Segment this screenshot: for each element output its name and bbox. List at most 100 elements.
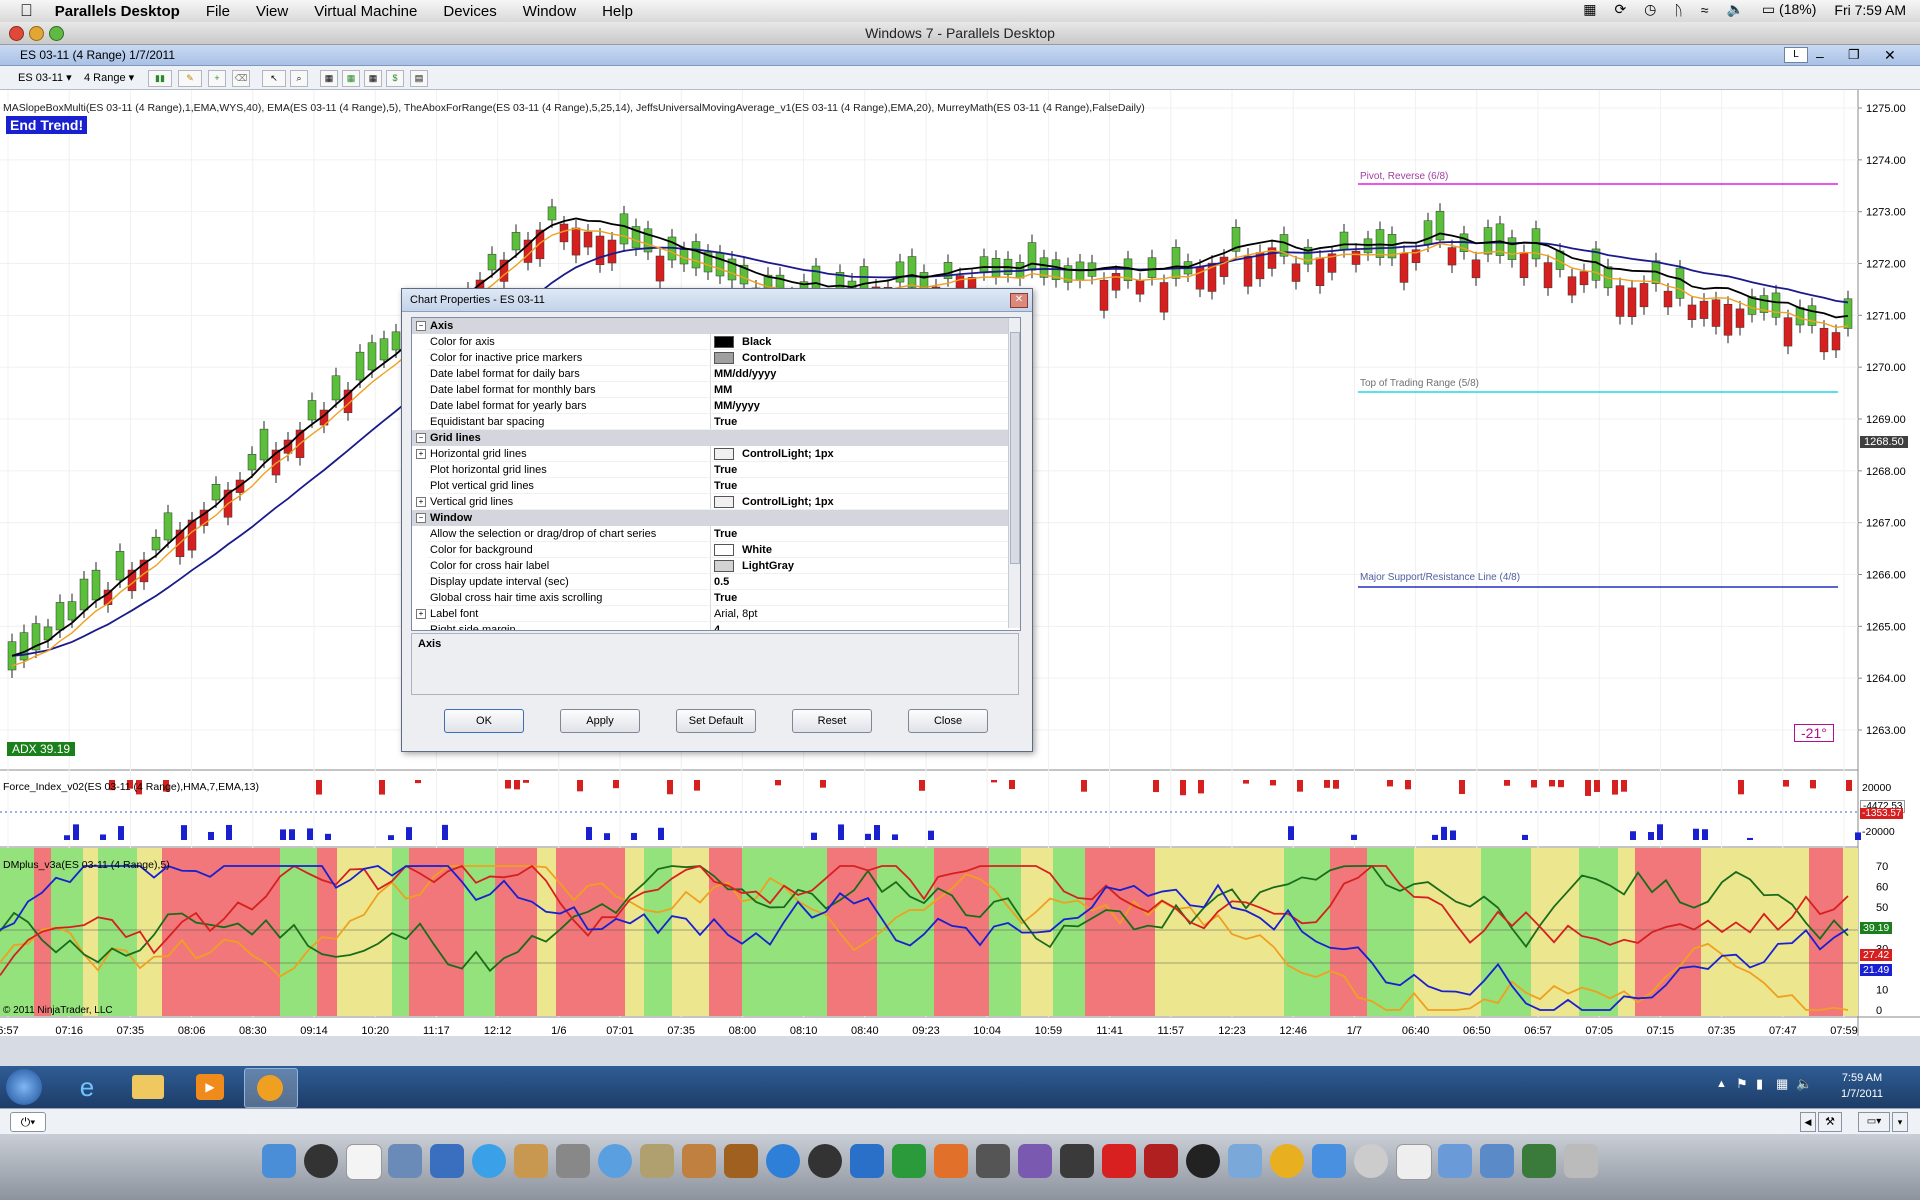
- menu-view[interactable]: View: [256, 3, 288, 20]
- powerpoint-icon[interactable]: [934, 1144, 968, 1178]
- property-grid[interactable]: − Axis Color for axis Black Color for inacti…: [411, 317, 1021, 631]
- scroll-thumb[interactable]: [1010, 332, 1020, 564]
- property-category[interactable]: − Axis: [412, 318, 1008, 334]
- stack-icon[interactable]: [1522, 1144, 1556, 1178]
- time-machine-icon[interactable]: ◷: [1644, 1, 1656, 18]
- property-value[interactable]: ControlLight; 1px: [714, 446, 1008, 462]
- image-capture-icon[interactable]: [1228, 1144, 1262, 1178]
- time-machine-dock-icon[interactable]: [808, 1144, 842, 1178]
- ninjatrader-taskbar-button[interactable]: [244, 1068, 298, 1108]
- property-row[interactable]: + Horizontal grid lines ControlLight; 1px: [412, 446, 1008, 462]
- restore-chart-button[interactable]: ❐: [1848, 45, 1860, 65]
- property-value[interactable]: White: [714, 542, 1008, 558]
- property-value[interactable]: MM: [714, 382, 1008, 398]
- ok-button[interactable]: OK: [444, 709, 524, 733]
- battery-status[interactable]: ▭ (18%): [1762, 1, 1816, 18]
- expand-icon[interactable]: +: [416, 609, 426, 619]
- draw-tool-button[interactable]: ✎: [178, 70, 202, 87]
- template-icon[interactable]: ▤: [410, 70, 428, 87]
- app-menu[interactable]: Parallels Desktop: [55, 3, 180, 20]
- lightroom-icon[interactable]: [1060, 1144, 1094, 1178]
- preview-icon[interactable]: [976, 1144, 1010, 1178]
- apple-menu-icon[interactable]: : [20, 1, 33, 21]
- menu-file[interactable]: File: [206, 3, 230, 20]
- close-chart-button[interactable]: ✕: [1884, 45, 1896, 65]
- aperture-icon[interactable]: [1186, 1144, 1220, 1178]
- safari-icon[interactable]: [472, 1144, 506, 1178]
- collapse-icon[interactable]: −: [416, 513, 426, 523]
- zoom-icon[interactable]: ⌕: [290, 70, 308, 87]
- close-window-button[interactable]: [9, 26, 24, 41]
- property-row[interactable]: Color for axis Black: [412, 334, 1008, 350]
- parallels-dock-icon[interactable]: [1102, 1144, 1136, 1178]
- taskbar-clock[interactable]: 7:59 AM 1/7/2011: [1834, 1070, 1890, 1102]
- tray-battery-icon[interactable]: ▮: [1756, 1076, 1763, 1092]
- trash-icon[interactable]: [1564, 1144, 1598, 1178]
- dollar-icon[interactable]: $: [386, 70, 404, 87]
- property-row[interactable]: Plot vertical grid lines True: [412, 478, 1008, 494]
- volume-icon[interactable]: 🔈: [1726, 1, 1743, 18]
- property-grid-scrollbar[interactable]: [1008, 318, 1020, 628]
- sync-icon[interactable]: ⟳: [1614, 1, 1626, 18]
- wifi-icon[interactable]: ≈: [1701, 2, 1709, 18]
- property-value[interactable]: True: [714, 414, 1008, 430]
- properties-icon[interactable]: ▦: [320, 70, 338, 87]
- collapse-icon[interactable]: −: [416, 433, 426, 443]
- property-row[interactable]: + Label font Arial, 8pt: [412, 606, 1008, 622]
- tray-volume-icon[interactable]: 🔈: [1796, 1076, 1812, 1092]
- property-row[interactable]: Right side margin 4: [412, 622, 1008, 630]
- remote-desktop-icon[interactable]: [1144, 1144, 1178, 1178]
- time-scrollbar[interactable]: [576, 1050, 1766, 1058]
- power-icon[interactable]: ⏻▾: [10, 1112, 46, 1132]
- link-button[interactable]: L: [1784, 47, 1808, 63]
- chrome-icon[interactable]: [1270, 1144, 1304, 1178]
- expand-icon[interactable]: +: [416, 497, 426, 507]
- property-value[interactable]: MM/yyyy: [714, 398, 1008, 414]
- property-row[interactable]: Plot horizontal grid lines True: [412, 462, 1008, 478]
- mail-icon[interactable]: [430, 1144, 464, 1178]
- view-mode-icon[interactable]: ▭▾: [1858, 1112, 1890, 1132]
- explorer-folder-icon[interactable]: [132, 1075, 164, 1099]
- menu-clock[interactable]: Fri 7:59 AM: [1834, 2, 1906, 18]
- menu-window[interactable]: Window: [523, 3, 576, 20]
- onenote-icon[interactable]: [1018, 1144, 1052, 1178]
- documents-icon[interactable]: [1396, 1144, 1432, 1180]
- add-indicator-button[interactable]: +: [208, 70, 226, 87]
- property-value[interactable]: LightGray: [714, 558, 1008, 574]
- property-row[interactable]: Color for background White: [412, 542, 1008, 558]
- menu-devices[interactable]: Devices: [443, 3, 496, 20]
- dashboard-icon[interactable]: [304, 1144, 338, 1178]
- close-button[interactable]: Close: [908, 709, 988, 733]
- word-icon[interactable]: [850, 1144, 884, 1178]
- property-row[interactable]: Color for inactive price markers ControlD…: [412, 350, 1008, 366]
- utilities-icon[interactable]: [1354, 1144, 1388, 1178]
- media-player-icon[interactable]: ▶: [196, 1074, 224, 1100]
- start-button[interactable]: [6, 1069, 42, 1105]
- property-row[interactable]: Date label format for daily bars MM/dd/yy…: [412, 366, 1008, 382]
- cursor-tool-button[interactable]: ↖: [262, 70, 286, 87]
- property-row[interactable]: Display update interval (sec) 0.5: [412, 574, 1008, 590]
- property-value[interactable]: MM/dd/yyyy: [714, 366, 1008, 382]
- eraser-icon[interactable]: ⌫: [232, 70, 250, 87]
- interval-selector[interactable]: 4 Range ▾: [84, 71, 134, 84]
- property-value[interactable]: 4: [714, 622, 1008, 630]
- bar-style-button[interactable]: ▮▮: [148, 70, 172, 87]
- address-book-icon[interactable]: [388, 1144, 422, 1178]
- finder-icon[interactable]: [262, 1144, 296, 1178]
- property-value[interactable]: Arial, 8pt: [714, 606, 1008, 622]
- property-value[interactable]: ControlDark: [714, 350, 1008, 366]
- property-category[interactable]: − Grid lines: [412, 430, 1008, 446]
- property-value[interactable]: True: [714, 478, 1008, 494]
- tools-icon[interactable]: ⚒: [1818, 1112, 1842, 1132]
- strategy-icon[interactable]: ▦: [342, 70, 360, 87]
- data-box-icon[interactable]: ▦: [364, 70, 382, 87]
- property-row[interactable]: Date label format for yearly bars MM/yyyy: [412, 398, 1008, 414]
- photo-booth-icon[interactable]: [640, 1144, 674, 1178]
- property-row[interactable]: Global cross hair time axis scrolling Tru…: [412, 590, 1008, 606]
- tray-network-icon[interactable]: ▦: [1776, 1076, 1788, 1092]
- system-preferences-icon[interactable]: [556, 1144, 590, 1178]
- iphoto-icon[interactable]: [682, 1144, 716, 1178]
- property-row[interactable]: Color for cross hair label LightGray: [412, 558, 1008, 574]
- scroll-left-icon[interactable]: ◀: [1800, 1112, 1816, 1132]
- apply-button[interactable]: Apply: [560, 709, 640, 733]
